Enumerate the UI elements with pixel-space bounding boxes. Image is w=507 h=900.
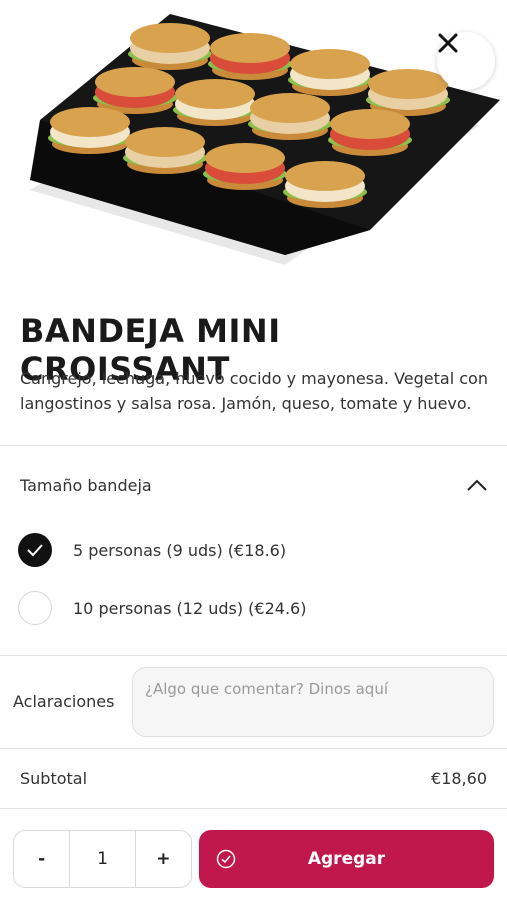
notes-input[interactable]: [132, 667, 494, 737]
croissant-shape: [288, 49, 372, 96]
subtotal-label: Subtotal: [20, 769, 88, 788]
croissant-shape: [366, 69, 450, 116]
croissant-shape: [248, 93, 332, 140]
croissant-shape: [283, 161, 367, 208]
croissant-shape: [123, 127, 207, 174]
divider: [0, 655, 507, 656]
croissant-tray-illustration: [30, 14, 500, 265]
notes-label: Aclaraciones: [13, 692, 115, 711]
size-option-10-personas[interactable]: 10 personas (12 uds) (€24.6): [18, 590, 488, 626]
quantity-stepper: - 1 +: [13, 830, 192, 888]
divider: [0, 808, 507, 809]
size-option-5-personas[interactable]: 5 personas (9 uds) (€18.6): [18, 532, 488, 568]
check-circle-icon: [216, 849, 236, 869]
increment-button[interactable]: +: [136, 831, 191, 887]
add-to-cart-button[interactable]: Agregar: [199, 830, 494, 888]
radio-unchecked[interactable]: [18, 591, 52, 625]
size-section-toggle[interactable]: Tamaño bandeja: [20, 473, 488, 497]
croissant-shape: [208, 33, 292, 80]
chevron-up-icon: [467, 479, 487, 491]
size-option-label: 10 personas (12 uds) (€24.6): [73, 598, 307, 618]
product-image: [0, 0, 507, 300]
close-icon: [438, 33, 458, 53]
croissant-shape: [48, 107, 132, 154]
croissant-shape: [173, 79, 257, 126]
divider: [0, 748, 507, 749]
size-section-label: Tamaño bandeja: [20, 475, 152, 495]
croissant-shape: [93, 67, 177, 114]
croissant-shape: [203, 143, 287, 190]
decrement-button[interactable]: -: [14, 831, 69, 887]
size-option-label: 5 personas (9 uds) (€18.6): [73, 540, 287, 560]
divider: [0, 445, 507, 446]
radio-checked[interactable]: [18, 533, 52, 567]
croissant-shape: [328, 109, 412, 156]
subtotal-value: €18,60: [431, 769, 487, 788]
check-icon: [27, 544, 43, 557]
croissant-shape: [128, 23, 212, 70]
add-button-label: Agregar: [307, 849, 386, 869]
product-description: Cangrejo, lechuga, huevo cocido y mayone…: [20, 369, 488, 413]
close-button[interactable]: [437, 32, 495, 90]
quantity-value: 1: [69, 831, 136, 887]
